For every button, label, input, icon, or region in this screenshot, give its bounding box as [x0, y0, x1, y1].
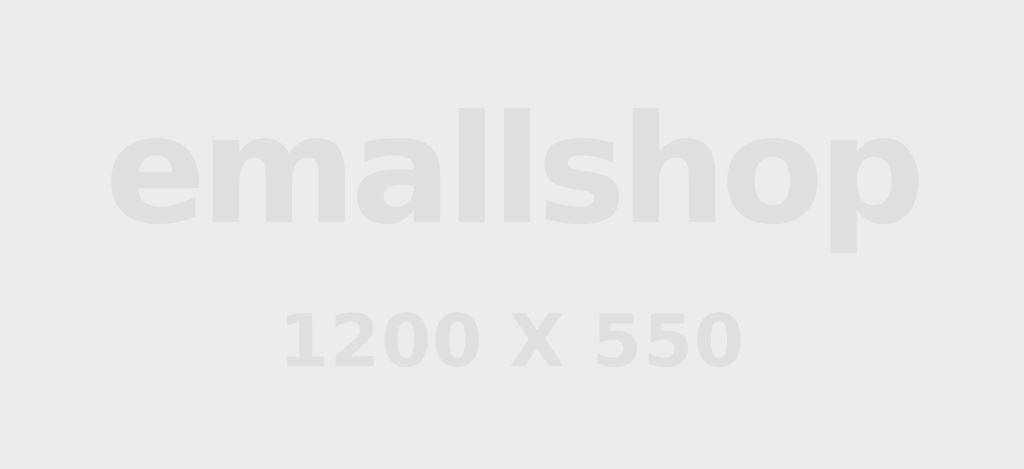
image-dimensions-label: 1200 X 550 — [278, 299, 746, 383]
placeholder-image: emallshop 1200 X 550 — [0, 0, 1024, 469]
brand-watermark: emallshop — [104, 84, 926, 258]
